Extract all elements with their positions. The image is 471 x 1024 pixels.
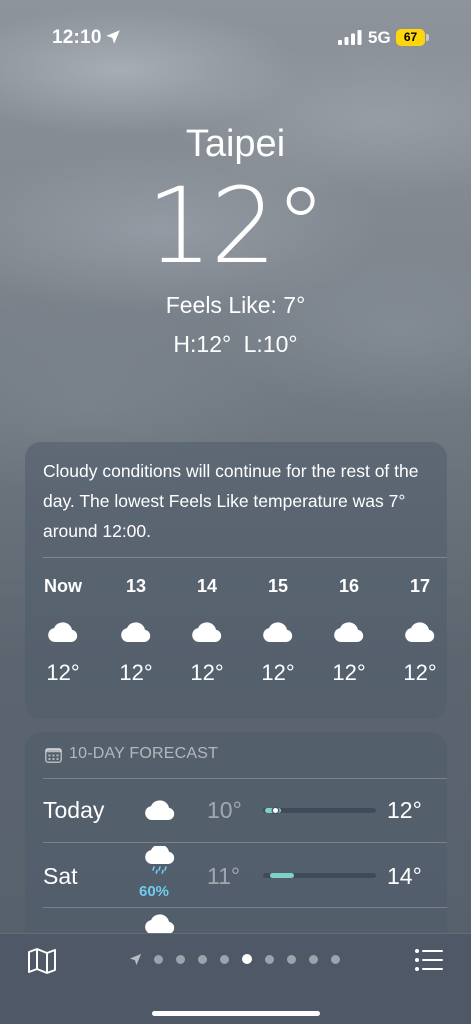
current-temperature: 12° [146,164,326,287]
page-dot[interactable] [198,955,207,964]
page-dot[interactable] [309,955,318,964]
hour-label: 15 [267,576,289,596]
cloud-rain-icon [145,846,175,874]
cellular-signal-icon [338,30,362,45]
hour-temp: 12° [261,660,295,685]
cloud-icon [145,800,175,820]
hour-temp: 12° [332,660,366,685]
cloud-icon [121,622,151,642]
forecast-low: 10° [207,797,242,823]
forecast-high: 12° [387,797,422,823]
current-temp-marker [273,808,278,813]
page-dot[interactable] [154,955,163,964]
hour-item: 15 12° [248,576,308,686]
forecast-day: Today [43,797,105,823]
forecast-row-sat[interactable]: Sat 60% 11° 14° [25,843,447,907]
page-dot[interactable] [287,955,296,964]
location-header: Taipei 12° Feels Like: 7° H:12° L:10° [0,122,471,358]
page-dot[interactable] [265,955,274,964]
feels-like: Feels Like: 7° [165,291,306,318]
temp-range-fill [270,873,294,878]
status-time: 12:10 [52,27,102,48]
hour-label: 13 [125,576,147,596]
battery-level: 67 [396,29,425,46]
hour-temp: 12° [46,660,80,685]
cloud-icon [334,622,364,642]
precipitation-chance: 60% [139,883,170,900]
divider [43,557,447,558]
page-dot[interactable] [331,955,340,964]
list-icon[interactable] [414,947,444,973]
city-name: Taipei [185,123,286,165]
hour-item: 13 12° [106,576,166,686]
forecast-row-today[interactable]: Today 10° 12° [25,779,447,843]
hour-label: 17 [409,576,431,596]
hour-label: 14 [196,576,218,596]
forecast-high: 14° [387,863,422,889]
hour-temp: 12° [119,660,153,685]
forecast-low: 11° [207,863,241,889]
hour-item: 14 12° [177,576,237,686]
home-indicator [152,1011,320,1016]
page-dot[interactable] [220,955,229,964]
temp-range-bar [263,808,376,813]
high-low: H:12° L:10° [173,330,298,357]
hour-temp: 12° [403,660,437,685]
hour-item: 16 12° [319,576,379,686]
network-type: 5G [368,28,391,47]
cloud-icon [48,622,78,642]
forecast-day: Sat [43,863,78,889]
hour-item: Now 12° [33,576,93,686]
forecast-title: 10-DAY FORECAST [69,745,219,762]
hourly-forecast-card[interactable]: Cloudy conditions will continue for the … [25,442,447,719]
bottom-toolbar [0,933,471,1024]
hour-temp: 12° [190,660,224,685]
temp-range-bar [263,873,376,878]
location-arrow-icon [106,30,120,44]
cloud-icon [405,622,435,642]
hour-item: 17 12° [390,576,450,686]
cloud-icon [192,622,222,642]
status-bar: 12:10 5G 67 [0,0,471,60]
page-dot-active[interactable] [242,954,252,964]
location-arrow-icon [129,953,142,966]
battery-icon: 67 [396,29,429,46]
page-indicator[interactable] [128,952,358,968]
calendar-icon [45,748,62,763]
map-icon[interactable] [27,947,57,975]
page-dot[interactable] [176,955,185,964]
cloud-icon [263,622,293,642]
weather-summary: Cloudy conditions will continue for the … [43,461,419,541]
hour-label: 16 [338,576,360,596]
hour-label: Now [44,576,82,596]
